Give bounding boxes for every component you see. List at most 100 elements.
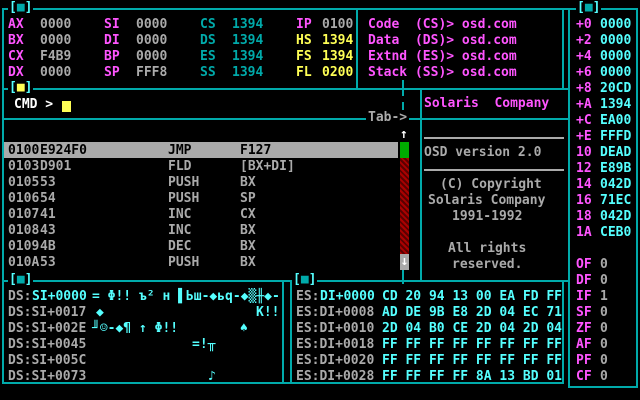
esdi-hex-bytes: 2D 04 B0 CE 2D 04 2D 04: [382, 321, 562, 337]
esdi-hex-bytes: AD DE 9B E8 2D 04 EC 71: [382, 305, 562, 321]
flag-name: PF: [576, 353, 592, 369]
register-value: FFF8: [136, 65, 167, 81]
disasm-operand[interactable]: BX: [240, 239, 256, 255]
disasm-mnemonic[interactable]: INC: [168, 223, 191, 239]
disasm-mnemonic[interactable]: JMP: [168, 143, 191, 159]
disasm-mnemonic[interactable]: INC: [168, 207, 191, 223]
memory-value: 042D: [600, 209, 631, 225]
border-about-left: [420, 88, 422, 282]
segment-register-name: ES: [200, 49, 216, 65]
disasm-address[interactable]: 0109: [8, 239, 39, 255]
flag-name: AF: [576, 337, 592, 353]
register-name: FL: [296, 65, 312, 81]
register-value: 0000: [40, 33, 71, 49]
border-esdi-right: [562, 280, 564, 384]
memory-offset: +4: [576, 49, 592, 65]
disasm-address[interactable]: 010A: [8, 255, 39, 271]
disasm-address[interactable]: 0108: [8, 223, 39, 239]
memory-value: CEB0: [600, 225, 631, 241]
divider-rule: [424, 169, 564, 171]
memory-value: 0000: [600, 17, 631, 33]
memory-offset: 1A: [576, 225, 592, 241]
flag-value: 0: [600, 337, 608, 353]
register-value: 0000: [136, 49, 167, 65]
memory-value: 1394: [600, 97, 631, 113]
scrollbar-track[interactable]: [400, 158, 409, 254]
esdi-hex-bytes: FF FF FF FF FF FF FF FF: [382, 353, 562, 369]
disasm-operand[interactable]: BX: [240, 223, 256, 239]
disasm-address[interactable]: 0100: [8, 143, 39, 159]
border-dssi-right: [282, 280, 284, 384]
disasm-address[interactable]: 0107: [8, 207, 39, 223]
register-value: 0000: [136, 17, 167, 33]
flag-value: 0: [600, 353, 608, 369]
register-value: 0100: [322, 17, 353, 33]
disasm-bytes[interactable]: D901: [40, 159, 71, 175]
disasm-mnemonic[interactable]: PUSH: [168, 175, 199, 191]
memory-value: 0000: [600, 49, 631, 65]
flag-value: 1: [600, 289, 608, 305]
flag-name: IF: [576, 289, 592, 305]
scrollbar-down-arrow-icon[interactable]: ↓: [400, 254, 409, 270]
dssi-label: DS:SI+002E: [8, 321, 86, 337]
disasm-bytes[interactable]: 53: [40, 175, 56, 191]
disasm-address[interactable]: 0105: [8, 175, 39, 191]
disasm-operand[interactable]: BX: [240, 255, 256, 271]
disasm-address[interactable]: 0103: [8, 159, 39, 175]
disasm-address[interactable]: 0106: [8, 191, 39, 207]
dssi-ascii-content: ♠: [240, 321, 248, 337]
command-prompt[interactable]: CMD >: [14, 97, 53, 113]
register-name: DX: [8, 65, 24, 81]
memory-window-marker-icon: [■]: [576, 0, 601, 16]
dssi-window-marker-icon: [■]: [8, 272, 33, 288]
segment-register-name: DS: [200, 33, 216, 49]
scrollbar-up-arrow-icon[interactable]: ↑: [400, 127, 408, 143]
flag-name: SF: [576, 305, 592, 321]
disasm-operand[interactable]: F127: [240, 143, 271, 159]
register-name: DI: [104, 33, 120, 49]
disasm-bytes[interactable]: 54: [40, 191, 56, 207]
disasm-bytes[interactable]: 43: [40, 223, 56, 239]
memory-offset: +E: [576, 129, 592, 145]
border-rightbox-left: [568, 8, 570, 388]
memory-offset: +2: [576, 33, 592, 49]
segment-register-value: 1394: [232, 65, 263, 81]
memory-value: 20CD: [600, 81, 631, 97]
border-rightbox-right: [636, 8, 638, 388]
tab-hint-label: Tab->: [366, 110, 409, 126]
scrollbar-thumb[interactable]: [400, 142, 409, 158]
disasm-operand[interactable]: SP: [240, 191, 256, 207]
disasm-mnemonic[interactable]: DEC: [168, 239, 191, 255]
disasm-operand[interactable]: [BX+DI]: [240, 159, 295, 175]
border-dump-top: [2, 280, 568, 282]
dssi-ascii-content: ╜☺-◆¶ ↑ Φ!!: [92, 321, 178, 337]
memory-offset: +8: [576, 81, 592, 97]
memory-value: DEAD: [600, 145, 631, 161]
border-cmd-top: [2, 88, 568, 90]
segment-register-value: 1394: [232, 17, 263, 33]
disasm-bytes[interactable]: E924F0: [40, 143, 87, 159]
border-rightbox-bottom: [568, 386, 638, 388]
flag-name: DF: [576, 273, 592, 289]
register-value: 0000: [40, 17, 71, 33]
disasm-mnemonic[interactable]: FLD: [168, 159, 191, 175]
disasm-mnemonic[interactable]: PUSH: [168, 191, 199, 207]
disasm-bytes[interactable]: 53: [40, 255, 56, 271]
disasm-operand[interactable]: CX: [240, 207, 256, 223]
copyright-text: (C) Copyright: [440, 177, 542, 193]
register-name: BX: [8, 33, 24, 49]
disasm-bytes[interactable]: 4B: [40, 239, 56, 255]
border-topbox-right: [562, 8, 564, 90]
border-esdi-left: [290, 280, 292, 384]
register-name: SI: [104, 17, 120, 33]
disasm-bytes[interactable]: 41: [40, 207, 56, 223]
dssi-label-prefix: DS:: [8, 289, 31, 305]
disasm-mnemonic[interactable]: PUSH: [168, 255, 199, 271]
dssi-ascii-content: К!!: [256, 305, 279, 321]
esdi-window-marker-icon: [■]: [292, 272, 317, 288]
segment-map-line: Data (DS)> osd.com: [368, 33, 517, 49]
disasm-operand[interactable]: BX: [240, 175, 256, 191]
esdi-label: ES:DI+0010: [296, 321, 374, 337]
memory-offset: +C: [576, 113, 592, 129]
memory-offset: 18: [576, 209, 592, 225]
